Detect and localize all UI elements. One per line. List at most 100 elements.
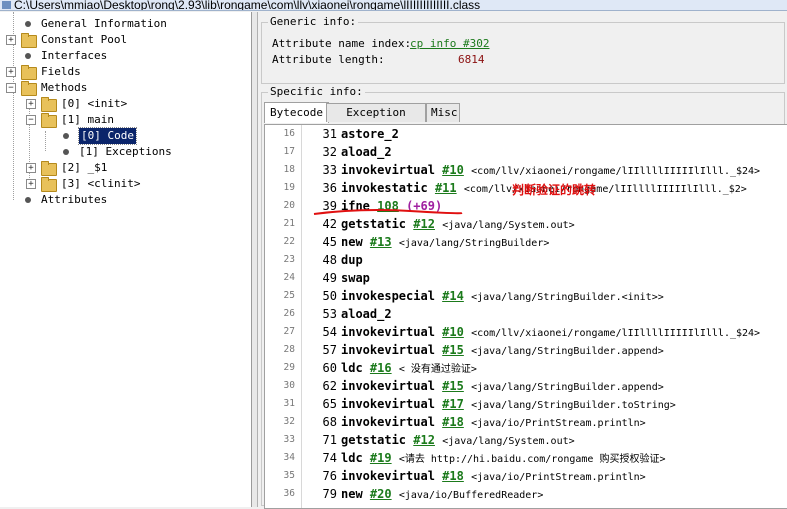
expand-plus-icon[interactable]: + xyxy=(6,67,16,77)
opcode: invokevirtual #17 <java/lang/StringBuild… xyxy=(341,395,676,415)
bytecode-row[interactable]: 27 54 invokevirtual #10 <com/llv/xiaonei/r… xyxy=(265,323,785,341)
expand-plus-icon[interactable]: + xyxy=(6,35,16,45)
bytecode-row[interactable]: 16 31 astore_2 xyxy=(265,125,785,143)
bytecode-row[interactable]: 26 53 aload_2 xyxy=(265,305,785,323)
line-number: 33 xyxy=(283,434,295,445)
bytecode-row[interactable]: 18 33 invokevirtual #10 <com/llv/xiaonei/r… xyxy=(265,161,785,179)
bytecode-row[interactable]: 35 76 invokevirtual #18 <java/io/PrintStre… xyxy=(265,467,785,485)
folder-icon xyxy=(41,97,57,112)
opcode-argument-link[interactable]: #11 xyxy=(435,181,457,195)
bullet-icon xyxy=(63,149,69,155)
opcode-argument-link[interactable]: #19 xyxy=(370,451,392,465)
constant-reference: <java/lang/StringBuilder.toString> xyxy=(471,400,676,411)
constant-reference: <java/lang/StringBuilder> xyxy=(398,238,550,249)
attribute-name-index-label: Attribute name index: xyxy=(272,37,412,50)
bytecode-row[interactable]: 31 65 invokevirtual #17 <java/lang/StringB… xyxy=(265,395,785,413)
opcode-argument-link[interactable]: #15 xyxy=(442,343,464,357)
bytecode-offset: 57 xyxy=(322,343,337,357)
bytecode-offset: 36 xyxy=(322,181,337,195)
opcode-argument-link[interactable]: #14 xyxy=(442,289,464,303)
generic-info-title: Generic info: xyxy=(268,15,359,28)
opcode: invokevirtual #10 <com/llv/xiaonei/ronga… xyxy=(341,161,760,181)
opcode: invokevirtual #15 <java/lang/StringBuild… xyxy=(341,341,664,361)
bytecode-row[interactable]: 22 45 new #13 <java/lang/StringBuilder> xyxy=(265,233,785,251)
line-number: 16 xyxy=(283,128,295,139)
bytecode-row[interactable]: 25 50 invokespecial #14 <java/lang/StringB… xyxy=(265,287,785,305)
constant-reference: <java/io/PrintStream.println> xyxy=(471,472,646,483)
opcode-argument-link[interactable]: #12 xyxy=(413,433,435,447)
opcode-mnemonic: getstatic xyxy=(341,433,407,447)
opcode: invokevirtual #15 <java/lang/StringBuild… xyxy=(341,377,664,397)
expand-plus-icon[interactable]: + xyxy=(26,163,36,173)
bytecode-offset: 71 xyxy=(322,433,337,447)
line-number: 35 xyxy=(283,470,295,481)
bytecode-row[interactable]: 32 68 invokevirtual #18 <java/io/PrintStre… xyxy=(265,413,785,431)
opcode: astore_2 xyxy=(341,125,399,143)
constant-reference: <com/llv/xiaonei/rongame/lIIllllIIIIIlIl… xyxy=(463,184,747,195)
annotation-underline xyxy=(313,209,463,215)
line-number: 18 xyxy=(283,164,295,175)
bytecode-row[interactable]: 17 32 aload_2 xyxy=(265,143,785,161)
window-title: C:\Users\mmiao\Desktop\rong\2.93\lib\ron… xyxy=(14,0,481,11)
app-icon xyxy=(2,1,11,9)
bullet-icon xyxy=(63,133,69,139)
bullet-icon xyxy=(25,197,31,203)
bytecode-row[interactable]: 30 62 invokevirtual #15 <java/lang/StringB… xyxy=(265,377,785,395)
collapse-minus-icon[interactable]: − xyxy=(26,115,36,125)
opcode: invokevirtual #10 <com/llv/xiaonei/ronga… xyxy=(341,323,760,343)
opcode-mnemonic: dup xyxy=(341,253,363,267)
bytecode-row[interactable]: 36 79 new #20 <java/io/BufferedReader> xyxy=(265,485,785,503)
bytecode-row[interactable]: 24 49 swap xyxy=(265,269,785,287)
tab-misc[interactable]: Misc xyxy=(426,103,460,122)
line-number: 20 xyxy=(283,200,295,211)
opcode-mnemonic: swap xyxy=(341,271,370,285)
opcode-argument-link[interactable]: #18 xyxy=(442,469,464,483)
constant-reference: <java/lang/System.out> xyxy=(442,436,575,447)
opcode: ldc #19 <请去 http://hi.baidu.com/rongame … xyxy=(341,449,665,469)
collapse-minus-icon[interactable]: − xyxy=(6,83,16,93)
opcode: aload_2 xyxy=(341,305,392,323)
bytecode-offset: 50 xyxy=(322,289,337,303)
bytecode-offset: 54 xyxy=(322,325,337,339)
opcode-argument-link[interactable]: #20 xyxy=(370,487,392,501)
opcode-argument-link[interactable]: #10 xyxy=(442,163,464,177)
bytecode-offset: 53 xyxy=(322,307,337,321)
opcode-argument-link[interactable]: #13 xyxy=(370,235,392,249)
opcode-argument-link[interactable]: #10 xyxy=(442,325,464,339)
line-number: 21 xyxy=(283,218,295,229)
tab-exception-table[interactable]: Exception table xyxy=(326,103,426,137)
bytecode-offset: 76 xyxy=(322,469,337,483)
opcode: invokevirtual #18 <java/io/PrintStream.p… xyxy=(341,413,646,433)
line-number: 23 xyxy=(283,254,295,265)
attribute-name-index-link[interactable]: cp info #302 xyxy=(410,37,489,50)
constant-reference: <com/llv/xiaonei/rongame/lIIllllIIIIIlIl… xyxy=(471,328,761,339)
opcode: ldc #16 < 没有通过验证> xyxy=(341,359,477,379)
constant-reference: <请去 http://hi.baidu.com/rongame 购买授权验证> xyxy=(398,454,666,465)
opcode-mnemonic: new xyxy=(341,235,363,249)
bytecode-row[interactable]: 34 74 ldc #19 <请去 http://hi.baidu.com/rong… xyxy=(265,449,785,467)
bytecode-offset: 79 xyxy=(322,487,337,501)
open-folder-icon xyxy=(41,113,57,128)
opcode-argument-link[interactable]: #15 xyxy=(442,379,464,393)
bytecode-offset: 74 xyxy=(322,451,337,465)
tab-bytecode[interactable]: Bytecode xyxy=(264,102,329,123)
expand-plus-icon[interactable]: + xyxy=(26,179,36,189)
bytecode-row[interactable]: 23 48 dup xyxy=(265,251,785,269)
bytecode-row[interactable]: 33 71 getstatic #12 <java/lang/System.out> xyxy=(265,431,785,449)
opcode-argument-link[interactable]: #16 xyxy=(370,361,392,375)
opcode-argument-link[interactable]: #17 xyxy=(442,397,464,411)
red-underline-stroke xyxy=(313,209,463,215)
line-number: 36 xyxy=(283,488,295,499)
window-title-bar: C:\Users\mmiao\Desktop\rong\2.93\lib\ron… xyxy=(0,0,787,11)
constant-reference: < 没有通过验证> xyxy=(398,364,477,375)
opcode-argument-link[interactable]: #18 xyxy=(442,415,464,429)
expand-plus-icon[interactable]: + xyxy=(26,99,36,109)
constant-reference: <java/io/BufferedReader> xyxy=(398,490,544,501)
line-number: 25 xyxy=(283,290,295,301)
bytecode-offset: 48 xyxy=(322,253,337,267)
bytecode-row[interactable]: 29 60 ldc #16 < 没有通过验证> xyxy=(265,359,785,377)
line-number: 19 xyxy=(283,182,295,193)
bytecode-row[interactable]: 28 57 invokevirtual #15 <java/lang/StringB… xyxy=(265,341,785,359)
tree-connector xyxy=(45,131,46,151)
class-structure-tree[interactable]: General Information + Constant Pool Inte… xyxy=(0,12,252,507)
